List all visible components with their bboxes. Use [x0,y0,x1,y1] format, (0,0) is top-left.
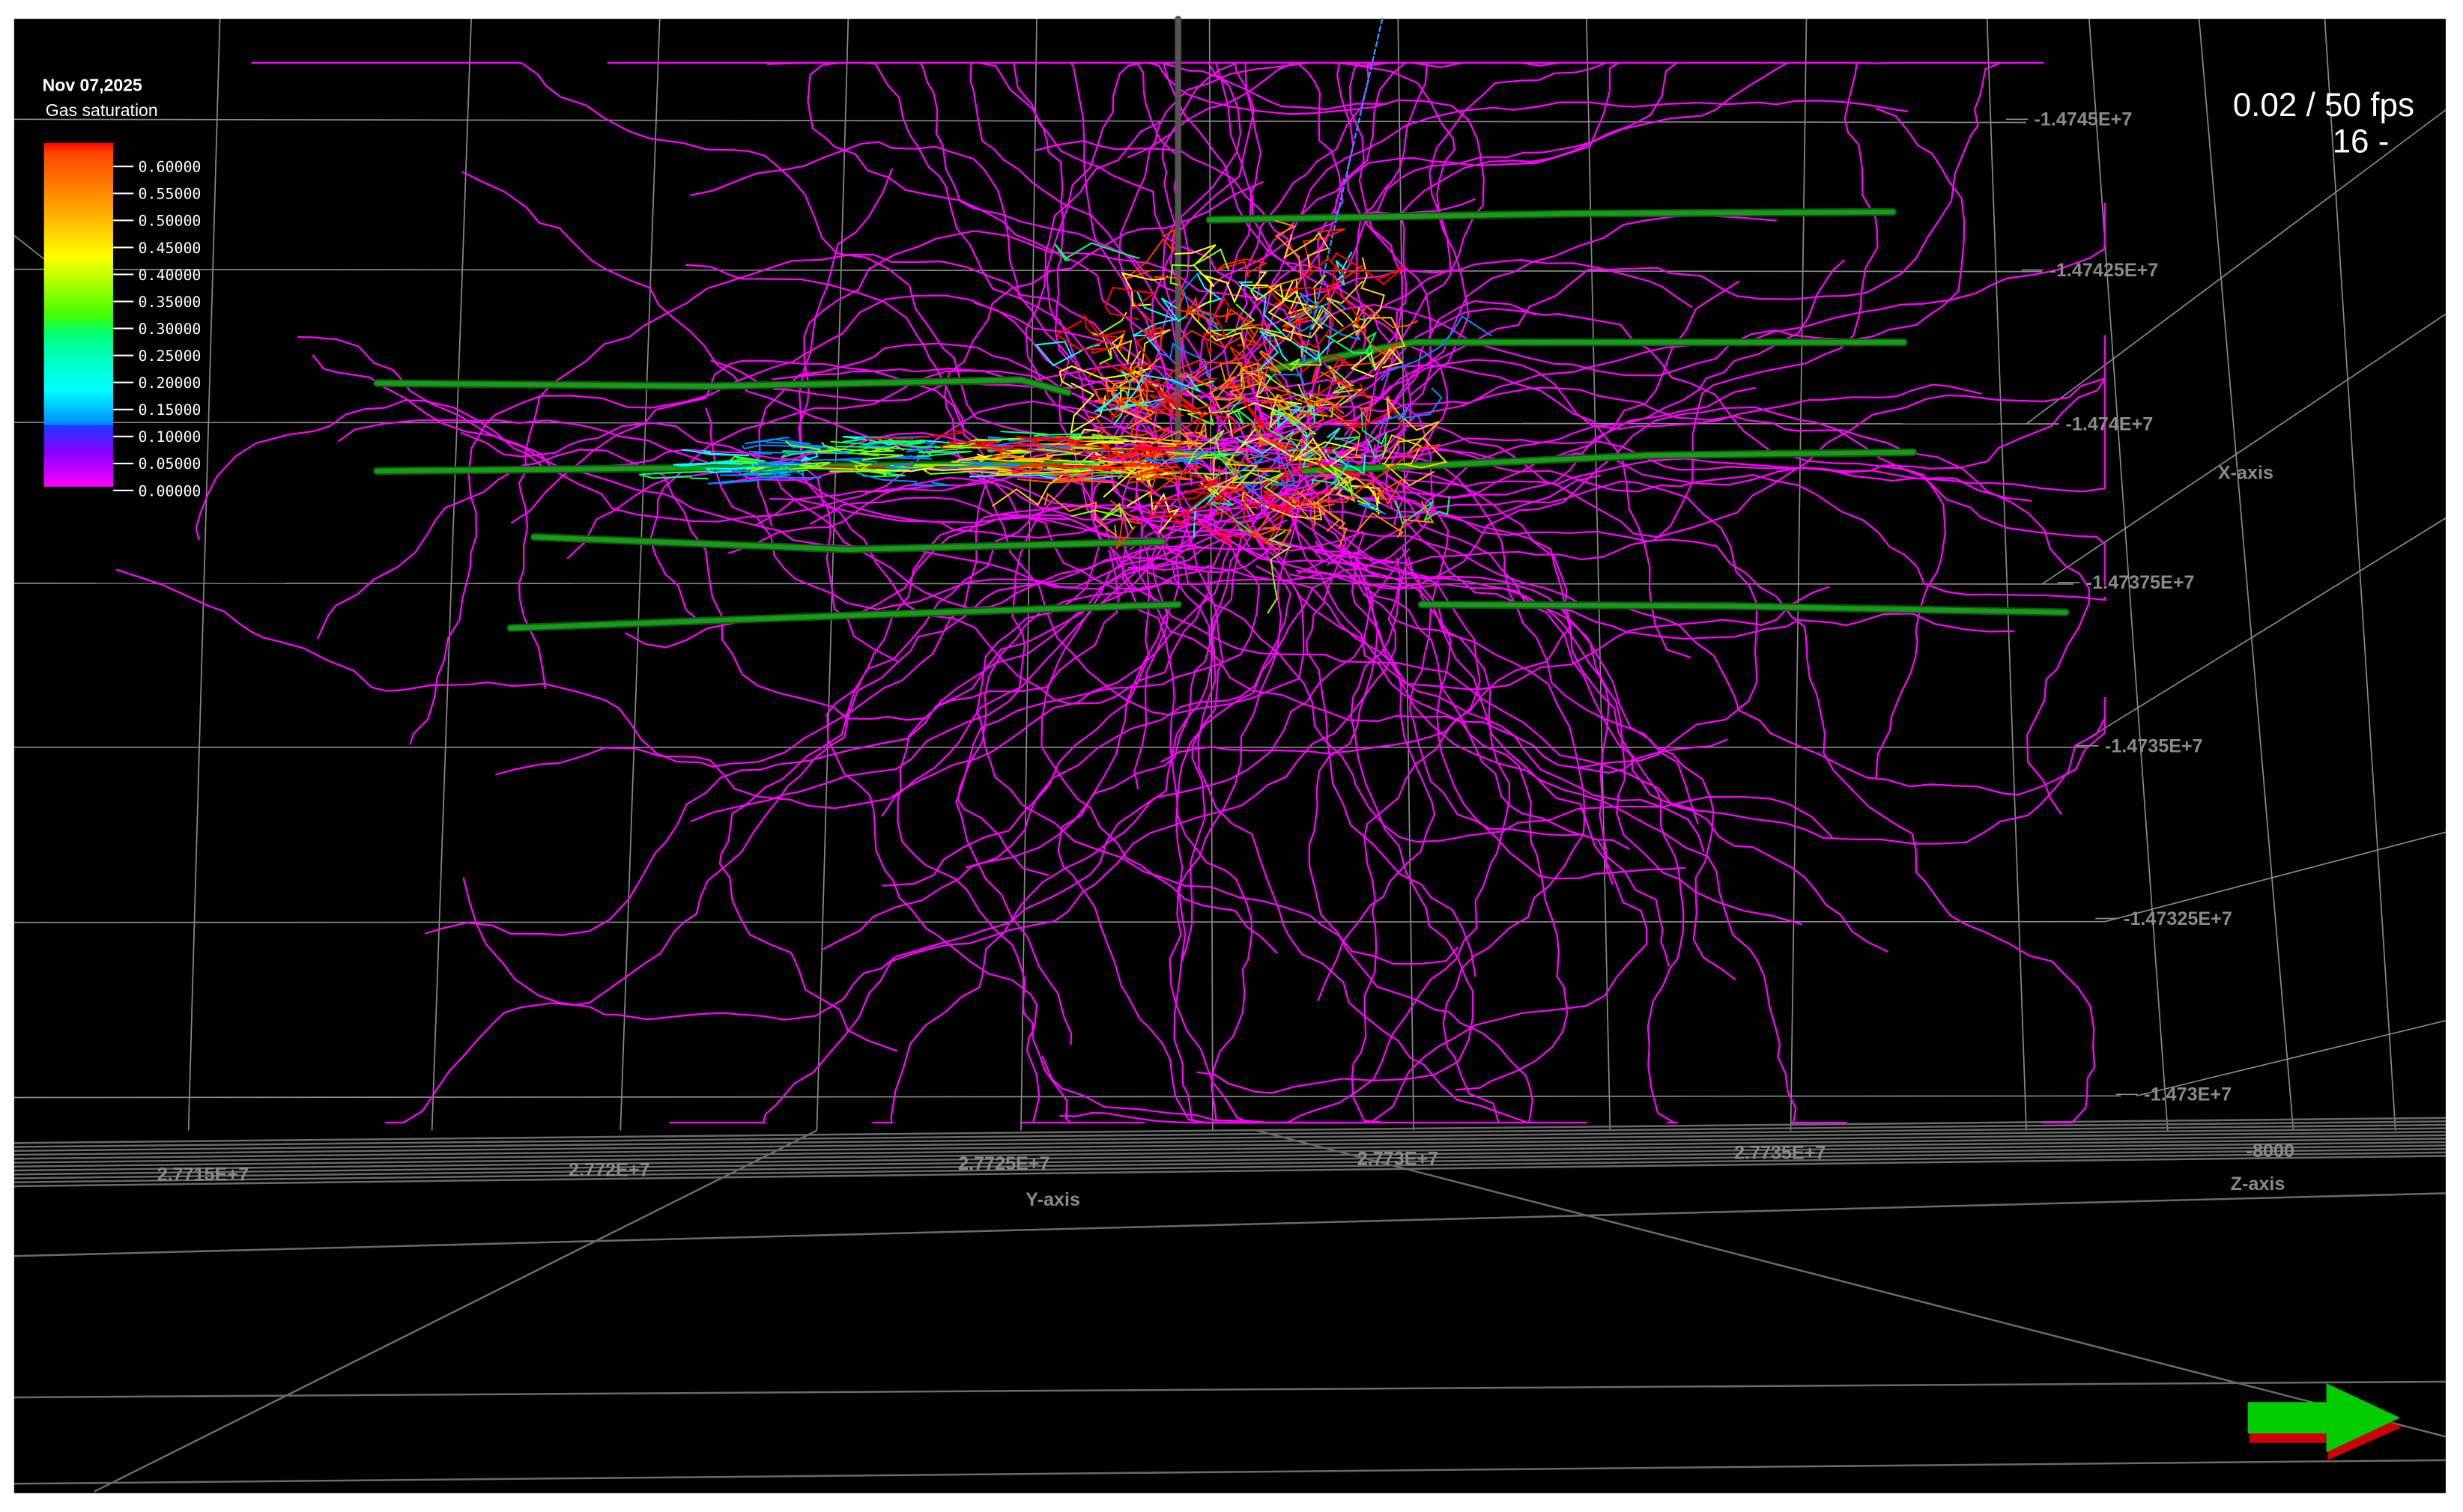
date-label: Nov 07,2025 [43,76,142,95]
y-axis-tick: 2.7715E+7 [157,1165,249,1185]
x-axis-tick: -1.474E+7 [2065,413,2153,434]
legend-color-bar [43,142,113,487]
x-axis-tick: -1.47325E+7 [2124,908,2232,929]
y-axis-tick: 2.773E+7 [1357,1149,1438,1170]
fps-readout: 0.02 / 50 fps [2233,87,2414,124]
property-label: Gas saturation [46,100,158,120]
legend-tick-label: 0.00000 [139,482,202,500]
legend-tick-label: 0.55000 [139,186,202,203]
y-axis-label: Y-axis [1026,1189,1080,1210]
legend-tick-label: 0.40000 [139,267,202,284]
x-axis-tick: -1.47375E+7 [2086,572,2195,593]
legend-tick-label: 0.30000 [139,321,202,338]
y-axis-tick: 2.7725E+7 [958,1153,1049,1174]
legend-tick-label: 0.45000 [139,240,202,257]
z-axis-label: Z-axis [2231,1174,2285,1194]
x-axis-tick: -1.473E+7 [2144,1084,2232,1105]
x-axis-label: X-axis [2218,462,2273,483]
legend-tick-label: 0.25000 [139,347,202,365]
legend-tick-label: 0.60000 [139,159,202,176]
x-axis-tick: -1.47425E+7 [2050,260,2159,281]
frame-counter: 16 - [2333,123,2390,160]
x-axis-tick: -1.4745E+7 [2035,109,2133,130]
viewport-background [13,19,2446,1493]
y-axis-tick: 2.7735E+7 [1734,1142,1826,1163]
legend-tick-label: 0.35000 [139,294,202,311]
x-axis-tick: -1.4735E+7 [2105,735,2203,756]
legend-tick-label: 0.15000 [139,401,202,419]
legend-tick-label: 0.20000 [139,374,202,392]
y-axis-tick: 2.772E+7 [569,1159,649,1180]
legend-tick-label: 0.05000 [139,455,202,473]
legend-tick-label: 0.50000 [139,213,202,230]
3d-viewport[interactable]: Nov 07,2025 Gas saturation 0.60000 0.5500… [0,0,2463,1512]
legend-tick-label: 0.10000 [139,428,202,446]
z-axis-tick: -8000 [2247,1141,2294,1162]
